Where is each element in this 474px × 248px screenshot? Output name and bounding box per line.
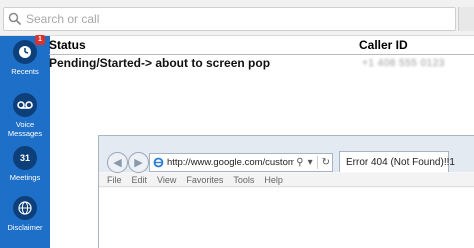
sidebar-item-label: Recents: [11, 67, 39, 76]
menu-view[interactable]: View: [157, 175, 176, 185]
sidebar-item-meetings[interactable]: 31 Meetings: [0, 146, 50, 182]
browser-tab[interactable]: Error 404 (Not Found)!!1: [339, 151, 455, 172]
caller-id-column-header: Caller ID: [359, 38, 408, 52]
dialpad-button[interactable]: [458, 7, 474, 31]
menu-tools[interactable]: Tools: [233, 175, 254, 185]
divider: [49, 54, 474, 55]
menu-edit[interactable]: Edit: [132, 175, 148, 185]
browser-chrome: ◀ ▶ http://www.google.com/customerSearch…: [99, 136, 474, 173]
menu-favorites[interactable]: Favorites: [186, 175, 223, 185]
status-column-header: Status: [49, 38, 86, 52]
voicemail-icon: [13, 93, 37, 117]
calendar-day: 31: [19, 153, 30, 163]
address-bar[interactable]: http://www.google.com/customerSearch ⚲ ▾…: [149, 153, 333, 172]
caller-id-cell: +1 408 555 0123: [362, 58, 445, 69]
clock-icon: 1: [13, 35, 45, 64]
search-icon: [8, 12, 22, 26]
top-bar: [0, 0, 474, 36]
sidebar: 1 Recents Voice Messages 31 Meetings Dis: [0, 35, 50, 248]
browser-window: ◀ ▶ http://www.google.com/customerSearch…: [98, 135, 474, 248]
divider: [316, 156, 318, 169]
globe-icon: [13, 196, 37, 220]
menu-help[interactable]: Help: [264, 175, 283, 185]
sidebar-item-label: Disclaimer: [7, 223, 43, 232]
sidebar-item-label: Voice Messages: [7, 120, 43, 138]
search-icon[interactable]: ⚲: [296, 157, 303, 168]
dropdown-arrow-icon[interactable]: ▾: [308, 157, 313, 168]
sidebar-item-disclaimer[interactable]: Disclaimer: [0, 196, 50, 232]
forward-button[interactable]: ▶: [128, 152, 149, 173]
sidebar-item-recents[interactable]: 1 Recents: [0, 35, 50, 76]
browser-page-content: [99, 188, 474, 248]
address-input: http://www.google.com/customerSearch: [166, 157, 295, 168]
menu-file[interactable]: File: [107, 175, 122, 185]
calendar-icon: 31: [13, 146, 37, 170]
sidebar-item-voice-messages[interactable]: Voice Messages: [0, 93, 50, 138]
status-cell: Pending/Started-> about to screen pop: [49, 56, 271, 70]
ie-logo-icon: [153, 157, 164, 168]
back-button[interactable]: ◀: [107, 152, 128, 173]
forward-arrow-icon: ▶: [134, 157, 143, 169]
table-header: Status Caller ID: [49, 38, 474, 54]
search-box[interactable]: [3, 7, 456, 31]
sidebar-item-label: Meetings: [9, 173, 41, 182]
tab-title: Error 404 (Not Found)!!1: [346, 156, 455, 168]
search-input[interactable]: [26, 12, 326, 26]
refresh-icon[interactable]: ↻: [322, 157, 330, 168]
unread-badge: 1: [35, 35, 45, 45]
browser-menu-bar: File Edit View Favorites Tools Help: [99, 173, 474, 187]
back-arrow-icon: ◀: [113, 157, 122, 169]
